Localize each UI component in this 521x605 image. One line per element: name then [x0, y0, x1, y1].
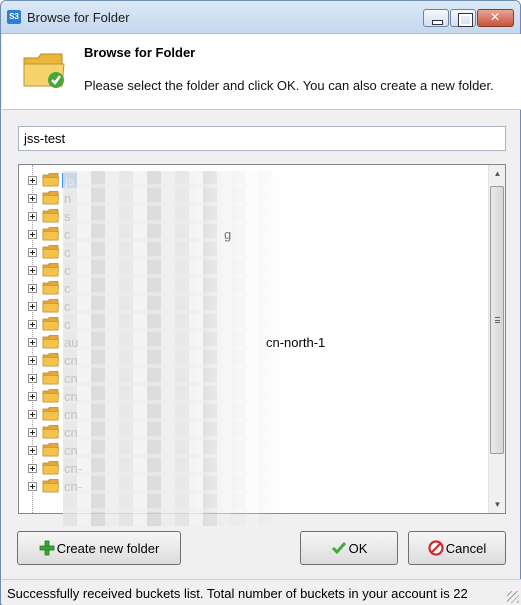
app-icon: S3: [7, 10, 21, 24]
folder-icon: [42, 263, 59, 277]
status-text: Successfully received buckets list. Tota…: [7, 586, 468, 601]
folder-icon: [42, 245, 59, 259]
folder-icon: [42, 371, 59, 385]
browse-folder-dialog: S3 Browse for Folder Browse for Folder P…: [0, 0, 521, 605]
header-description: Please select the folder and click OK. Y…: [84, 78, 494, 93]
expand-plus-icon[interactable]: [28, 248, 37, 257]
folder-icon: [42, 281, 59, 295]
folder-icon: [42, 461, 59, 475]
folder-icon: [42, 389, 59, 403]
vertical-scrollbar[interactable]: ▲ ▼: [488, 165, 505, 513]
expand-plus-icon[interactable]: [28, 428, 37, 437]
maximize-button[interactable]: [450, 9, 476, 27]
folder-icon: [42, 425, 59, 439]
header-title: Browse for Folder: [84, 45, 196, 60]
expand-plus-icon[interactable]: [28, 446, 37, 455]
scroll-grip-icon: [495, 317, 500, 323]
folder-icon: [42, 407, 59, 421]
cancel-button[interactable]: Cancel: [408, 531, 506, 565]
expand-plus-icon[interactable]: [28, 374, 37, 383]
folder-icon: [42, 479, 59, 493]
expand-plus-icon[interactable]: [28, 266, 37, 275]
checkmark-icon: [331, 542, 346, 555]
folder-path-input[interactable]: jss-test: [18, 126, 506, 151]
folder-icon: [42, 335, 59, 349]
cancel-label: Cancel: [445, 540, 487, 556]
scroll-thumb[interactable]: [490, 186, 504, 454]
folder-check-icon: [23, 53, 65, 88]
minimize-button[interactable]: [423, 9, 449, 27]
expand-plus-icon[interactable]: [28, 176, 37, 185]
folder-icon: [42, 443, 59, 457]
folder-icon: [42, 209, 59, 223]
expand-plus-icon[interactable]: [28, 392, 37, 401]
expand-plus-icon[interactable]: [28, 230, 37, 239]
expand-plus-icon[interactable]: [28, 410, 37, 419]
close-button[interactable]: [477, 9, 514, 27]
title-bar[interactable]: S3 Browse for Folder: [1, 1, 520, 34]
create-folder-label: Create new folder: [56, 540, 160, 556]
folder-icon: [42, 353, 59, 367]
expand-plus-icon[interactable]: [28, 356, 37, 365]
expand-plus-icon[interactable]: [28, 302, 37, 311]
resize-grip-icon[interactable]: [507, 591, 519, 603]
ok-label: OK: [348, 540, 368, 556]
expand-plus-icon[interactable]: [28, 284, 37, 293]
cancel-icon: [428, 540, 444, 556]
folder-icon: [42, 317, 59, 331]
expand-plus-icon[interactable]: [28, 482, 37, 491]
redacted-area: [63, 171, 283, 526]
folder-icon: [42, 227, 59, 241]
expand-plus-icon[interactable]: [28, 194, 37, 203]
folder-icon: [42, 191, 59, 205]
ok-button[interactable]: OK: [300, 531, 398, 565]
expand-plus-icon[interactable]: [28, 320, 37, 329]
expand-plus-icon[interactable]: [28, 212, 37, 221]
create-folder-button[interactable]: Create new folder: [17, 531, 181, 565]
window-title: Browse for Folder: [27, 10, 130, 25]
plus-icon: [39, 540, 55, 556]
expand-plus-icon[interactable]: [28, 338, 37, 347]
header-panel: Browse for Folder Please select the fold…: [2, 34, 521, 110]
scroll-down-arrow-icon[interactable]: ▼: [489, 496, 505, 513]
folder-icon: [42, 173, 59, 187]
folder-icon: [42, 299, 59, 313]
status-bar: Successfully received buckets list. Tota…: [2, 579, 521, 605]
expand-plus-icon[interactable]: [28, 464, 37, 473]
scroll-up-arrow-icon[interactable]: ▲: [489, 165, 505, 182]
